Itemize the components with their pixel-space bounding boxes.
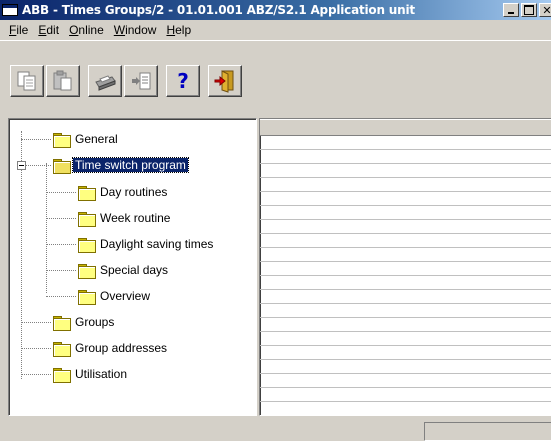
tree-item-day-routines[interactable]: Day routines [78, 183, 169, 201]
tree-item-label: Groups [75, 315, 115, 329]
list-header[interactable] [260, 119, 551, 136]
tree-item-time-switch-program[interactable]: Time switch program [53, 156, 189, 174]
tree-item-daylight-saving-times[interactable]: Daylight saving times [78, 235, 215, 253]
menu-help-label: elp [175, 22, 192, 37]
app-icon [2, 4, 18, 16]
tree-item-label: General [75, 132, 118, 146]
minimize-button[interactable] [503, 3, 519, 17]
caption-buttons: ✕ [501, 3, 551, 17]
menu-file[interactable]: File [4, 23, 33, 37]
menu-online-mnemonic: O [69, 22, 79, 37]
copy-button[interactable] [10, 65, 44, 97]
printer-icon [95, 75, 116, 91]
tree-h-line [46, 270, 76, 271]
folder-icon [53, 367, 71, 383]
tree-h-line [21, 139, 51, 140]
tree-item-overview[interactable]: Overview [78, 287, 152, 305]
tree-item-label: Special days [100, 263, 169, 277]
tree-item-label: Group addresses [75, 341, 168, 355]
tree-h-line [46, 296, 76, 297]
print-button[interactable] [88, 65, 122, 97]
navigation-tree[interactable]: General Time switch program Day routines… [8, 118, 257, 416]
exit-button[interactable] [208, 65, 242, 97]
tree-item-general[interactable]: General [53, 130, 120, 148]
tree-item-label: Day routines [100, 185, 168, 199]
folder-icon [78, 211, 96, 227]
menu-file-label: ile [16, 22, 29, 37]
tree-item-label: Daylight saving times [100, 237, 214, 251]
status-panel [424, 422, 551, 441]
paste-button[interactable] [46, 65, 80, 97]
tree-h-line [21, 374, 51, 375]
menu-bar: File Edit Online Window Help [0, 20, 551, 39]
copy-icon [17, 71, 36, 91]
detail-list[interactable] [259, 118, 551, 416]
status-bar [0, 420, 551, 441]
export-button[interactable] [124, 65, 158, 97]
toolbar: ? [0, 40, 551, 97]
maximize-button[interactable] [521, 3, 537, 17]
list-rows [260, 136, 551, 415]
tree-h-line [46, 244, 76, 245]
tree-item-label: Week routine [100, 211, 171, 225]
export-icon [132, 72, 151, 90]
folder-icon [53, 132, 71, 148]
tree-item-label: Time switch program [72, 157, 189, 173]
menu-online[interactable]: Online [64, 23, 109, 37]
help-button[interactable]: ? [166, 65, 200, 97]
tree-item-label: Overview [100, 289, 151, 303]
tree-item-label: Utilisation [75, 367, 128, 381]
main-area: General Time switch program Day routines… [0, 118, 551, 420]
paste-icon [53, 70, 72, 91]
menu-edit[interactable]: Edit [33, 23, 64, 37]
title-bar[interactable]: ABB - Times Groups/2 - 01.01.001 ABZ/S2.… [0, 0, 551, 20]
tree-h-line [26, 165, 51, 166]
tree-item-week-routine[interactable]: Week routine [78, 209, 172, 227]
menu-help-mnemonic: H [166, 22, 176, 37]
menu-help[interactable]: Help [161, 23, 196, 37]
folder-icon [78, 289, 96, 305]
folder-icon [53, 315, 71, 331]
exit-door-icon [214, 70, 234, 93]
tree-branch-line [46, 163, 47, 293]
close-button[interactable]: ✕ [539, 3, 551, 17]
tree-item-special-days[interactable]: Special days [78, 261, 170, 279]
question-icon: ? [177, 69, 189, 93]
window-title: ABB - Times Groups/2 - 01.01.001 ABZ/S2.… [22, 3, 415, 17]
tree-item-group-addresses[interactable]: Group addresses [53, 339, 169, 357]
menu-edit-label: dit [46, 22, 60, 37]
folder-open-icon [53, 158, 71, 174]
menu-window-label: indow [125, 22, 157, 37]
folder-icon [78, 185, 96, 201]
menu-window[interactable]: Window [109, 23, 162, 37]
folder-icon [53, 341, 71, 357]
tree-h-line [21, 322, 51, 323]
menu-online-label: nline [78, 22, 104, 37]
tree-item-utilisation[interactable]: Utilisation [53, 365, 129, 383]
folder-icon [78, 237, 96, 253]
menu-window-mnemonic: W [113, 22, 126, 37]
tree-item-groups[interactable]: Groups [53, 313, 116, 331]
folder-icon [78, 263, 96, 279]
tree-h-line [46, 218, 76, 219]
tree-h-line [46, 192, 76, 193]
tree-h-line [21, 348, 51, 349]
collapse-toggle[interactable] [17, 161, 26, 170]
